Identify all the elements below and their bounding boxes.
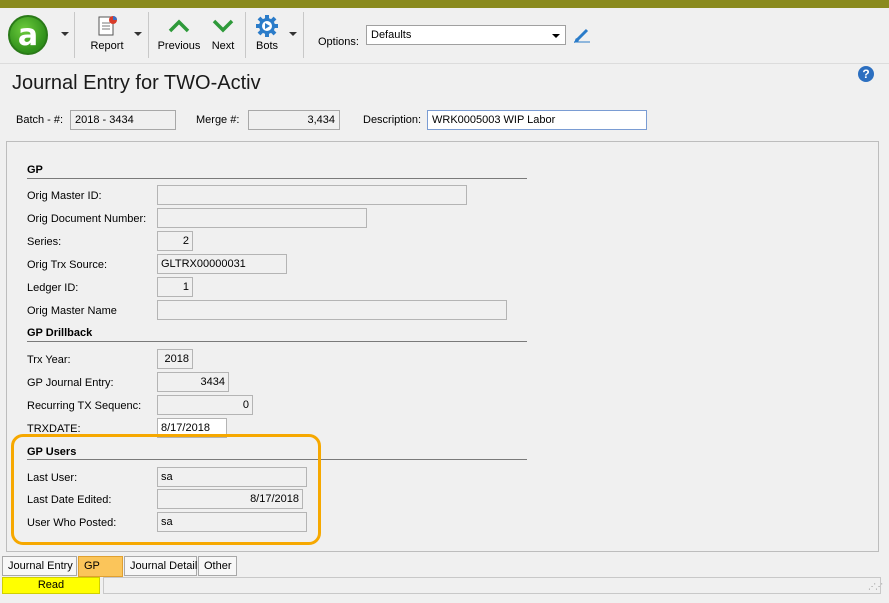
chevron-up-icon xyxy=(168,19,190,33)
gear-icon xyxy=(256,15,278,37)
chevron-down-icon xyxy=(552,34,560,38)
page-title: Journal Entry for TWO-Activ xyxy=(12,72,261,94)
next-button[interactable]: Next xyxy=(207,14,239,58)
toolbar-divider xyxy=(74,12,75,58)
trx-year-field[interactable]: 2018 xyxy=(157,349,193,369)
toolbar: a Report Previous Next Bots Options: Def… xyxy=(0,8,889,64)
trx-year-label: Trx Year: xyxy=(27,354,71,366)
highlight-annotation xyxy=(11,434,321,545)
chevron-down-icon xyxy=(212,19,234,33)
recurring-tx-sequence-label: Recurring TX Sequenc: xyxy=(27,400,142,412)
section-divider xyxy=(27,178,527,179)
previous-label: Previous xyxy=(157,40,201,52)
chevron-down-icon[interactable] xyxy=(289,32,297,36)
report-label: Report xyxy=(90,40,124,52)
orig-trx-source-field[interactable]: GLTRX00000031 xyxy=(157,254,287,274)
series-label: Series: xyxy=(27,236,62,248)
orig-master-name-field[interactable] xyxy=(157,300,507,320)
gp-journal-entry-field[interactable]: 3434 xyxy=(157,372,229,392)
toolbar-divider xyxy=(245,12,246,58)
orig-trx-source-label: Orig Trx Source: xyxy=(27,259,108,271)
tab-gp[interactable]: GP xyxy=(78,556,123,577)
report-icon xyxy=(98,16,117,36)
toolbar-divider xyxy=(148,12,149,58)
bots-label: Bots xyxy=(255,40,278,52)
status-read-badge: Read xyxy=(2,577,100,594)
help-icon[interactable]: ? xyxy=(858,66,874,82)
orig-master-id-label: Orig Master ID: xyxy=(27,190,102,202)
ledger-id-field[interactable]: 1 xyxy=(157,277,193,297)
app-logo-icon[interactable]: a xyxy=(8,15,48,55)
orig-document-number-label: Orig Document Number: xyxy=(27,213,147,225)
options-value: Defaults xyxy=(371,29,412,41)
resize-grip-icon[interactable]: ⋰⋰ xyxy=(868,582,883,591)
tab-journal-entry[interactable]: Journal Entry xyxy=(2,556,77,576)
description-label: Description: xyxy=(363,114,422,126)
status-bar: Read xyxy=(0,577,889,595)
previous-button[interactable]: Previous xyxy=(156,14,202,58)
next-label: Next xyxy=(211,40,235,52)
section-divider xyxy=(27,341,527,342)
section-gp-title: GP xyxy=(27,164,43,176)
merge-label: Merge #: xyxy=(196,114,240,126)
orig-document-number-field[interactable] xyxy=(157,208,367,228)
window-top-bar xyxy=(0,0,889,8)
section-drillback-title: GP Drillback xyxy=(27,327,93,339)
merge-field[interactable]: 3,434 xyxy=(248,110,340,130)
pencil-icon[interactable] xyxy=(573,27,591,43)
batch-field[interactable]: 2018 - 3434 xyxy=(70,110,176,130)
tab-journal-detail[interactable]: Journal Detail xyxy=(124,556,197,576)
toolbar-divider xyxy=(303,12,304,58)
bots-button[interactable]: Bots xyxy=(252,14,282,58)
gp-journal-entry-label: GP Journal Entry: xyxy=(27,377,114,389)
description-field[interactable]: WRK0005003 WIP Labor xyxy=(427,110,647,130)
status-panel xyxy=(103,577,881,594)
series-field[interactable]: 2 xyxy=(157,231,193,251)
recurring-tx-sequence-field[interactable]: 0 xyxy=(157,395,253,415)
report-button[interactable]: Report xyxy=(86,14,128,58)
orig-master-id-field[interactable] xyxy=(157,185,467,205)
options-select[interactable]: Defaults xyxy=(366,25,566,45)
chevron-down-icon[interactable] xyxy=(61,32,69,36)
tab-other[interactable]: Other xyxy=(198,556,237,576)
orig-master-name-label: Orig Master Name xyxy=(27,305,117,317)
batch-label: Batch - #: xyxy=(16,114,64,126)
ledger-id-label: Ledger ID: xyxy=(27,282,79,294)
options-label: Options: xyxy=(318,36,359,48)
chevron-down-icon[interactable] xyxy=(134,32,142,36)
